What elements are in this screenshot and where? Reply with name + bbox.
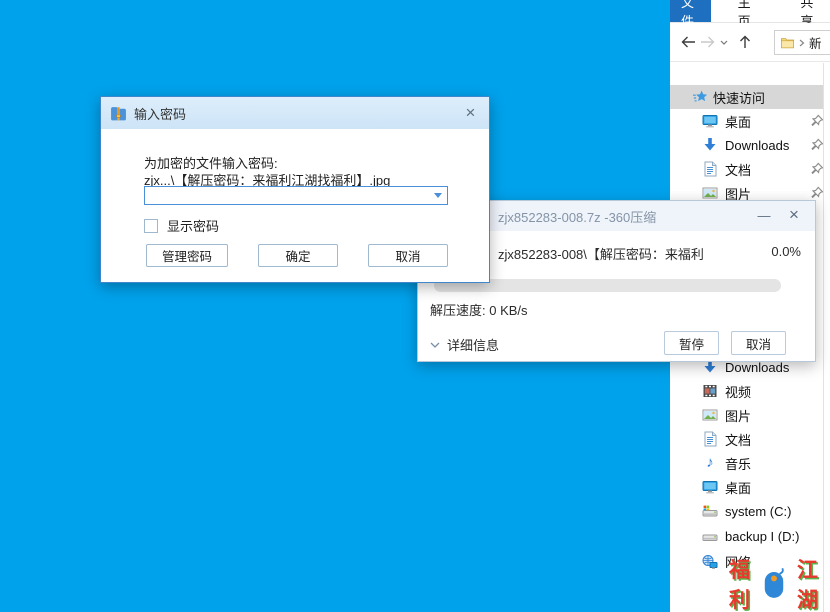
watermark: 福利 江湖 fulijianghu.com [719, 556, 829, 612]
navigation-toolbar: 新 [670, 23, 830, 62]
sidebar-item-label: 音乐 [725, 454, 830, 473]
chevron-down-icon [430, 342, 440, 348]
documents-icon [702, 161, 718, 177]
sidebar-item-quick-access[interactable]: 快速访问 [670, 85, 823, 109]
sidebar-item-label: 文档 [725, 430, 830, 449]
tab-share[interactable]: 共享 [789, 0, 830, 22]
tab-home[interactable]: 主页 [727, 0, 768, 22]
cancel-button[interactable]: 取消 [731, 331, 786, 355]
videos-icon [702, 383, 718, 399]
watermark-text-right: 江湖 [787, 556, 829, 612]
show-password-label: 显示密码 [167, 216, 219, 235]
pictures-icon [702, 185, 718, 201]
downloads-icon [702, 137, 718, 153]
progress-percent: 0.0% [771, 244, 801, 263]
back-arrow-icon [680, 36, 696, 48]
tab-file[interactable]: 文件 [670, 0, 711, 22]
close-icon[interactable]: × [783, 204, 805, 226]
sidebar-item-label: 桌面 [725, 478, 830, 497]
cancel-button[interactable]: 取消 [368, 244, 448, 267]
zip-archive-icon [110, 105, 127, 122]
minimize-button[interactable]: — [753, 204, 775, 226]
history-dropdown-button[interactable] [718, 30, 730, 54]
sidebar-item-label: 图片 [725, 406, 830, 425]
password-combobox [144, 186, 448, 205]
password-dialog: 输入密码 × 为加密的文件输入密码: zjx...\【解压密码：来福利江湖找福利… [100, 96, 490, 283]
watermark-text-left: 福利 [719, 556, 761, 612]
up-arrow-icon [739, 35, 751, 49]
quick-access-star-icon [692, 89, 708, 105]
sidebar-item-drive-d[interactable]: backup I (D:) [670, 524, 830, 549]
forward-button[interactable] [698, 30, 718, 54]
sidebar-item-label: 视频 [725, 382, 830, 401]
drive-icon [702, 529, 718, 545]
sidebar-item-videos[interactable]: 视频 [670, 379, 830, 403]
sidebar-item-label: backup I (D:) [725, 529, 830, 544]
pin-icon [810, 114, 824, 128]
sidebar-item-label: Downloads [725, 138, 810, 153]
sidebar-item-label: system (C:) [725, 504, 830, 519]
forward-arrow-icon [700, 36, 716, 48]
sidebar-item-downloads[interactable]: Downloads [670, 133, 830, 157]
mouse-icon [762, 568, 786, 600]
progress-dialog-title: zjx852283-008.7z -360压缩 [498, 207, 656, 226]
extracting-filename: zjx852283-008\【解压密码：来福利 [498, 244, 704, 263]
folder-icon [780, 36, 795, 50]
details-label: 详细信息 [447, 335, 499, 354]
desktop: 文件 主页 共享 新 [0, 0, 830, 612]
pin-icon [810, 162, 824, 176]
back-button[interactable] [678, 30, 698, 54]
nav-pane-divider[interactable] [823, 63, 824, 612]
network-icon [702, 554, 718, 570]
documents-icon [702, 431, 718, 447]
dropdown-arrow-icon [434, 193, 442, 198]
sidebar-item-music[interactable]: ♪ 音乐 [670, 451, 830, 475]
pictures-icon [702, 407, 718, 423]
show-password-checkbox[interactable] [144, 219, 158, 233]
manage-passwords-button[interactable]: 管理密码 [146, 244, 228, 267]
sidebar-item-desktop-pc[interactable]: 桌面 [670, 475, 830, 499]
sidebar-item-desktop[interactable]: 桌面 [670, 109, 830, 133]
sidebar-item-drive-c[interactable]: system (C:) [670, 499, 830, 524]
close-icon[interactable]: × [460, 102, 481, 123]
password-input[interactable] [145, 187, 429, 204]
sidebar-item-documents[interactable]: 文档 [670, 157, 830, 181]
password-dialog-titlebar[interactable]: 输入密码 × [101, 97, 489, 129]
sidebar-item-documents-pc[interactable]: 文档 [670, 427, 830, 451]
sidebar-item-label: 桌面 [725, 112, 810, 131]
breadcrumb-chevron-icon [799, 39, 805, 47]
pause-button[interactable]: 暂停 [664, 331, 719, 355]
windows-drive-icon [702, 504, 718, 520]
combobox-dropdown-button[interactable] [429, 187, 447, 204]
chevron-down-icon [720, 40, 728, 45]
ok-button[interactable]: 确定 [258, 244, 338, 267]
pin-icon [810, 186, 824, 200]
ribbon-tabs: 文件 主页 共享 [670, 0, 830, 23]
details-toggle[interactable]: 详细信息 [430, 335, 499, 354]
extraction-speed: 解压速度: 0 KB/s [430, 300, 528, 319]
pin-icon [810, 138, 824, 152]
password-dialog-title: 输入密码 [134, 104, 186, 123]
address-path-segment[interactable]: 新 [809, 33, 822, 52]
music-icon: ♪ [702, 455, 718, 471]
desktop-icon [702, 479, 718, 495]
sidebar-item-label: 文档 [725, 160, 810, 179]
address-bar[interactable]: 新 [774, 30, 830, 55]
sidebar-item-label: 快速访问 [713, 88, 765, 107]
sidebar-item-pictures-pc[interactable]: 图片 [670, 403, 830, 427]
desktop-icon [702, 113, 718, 129]
up-button[interactable] [734, 30, 756, 54]
